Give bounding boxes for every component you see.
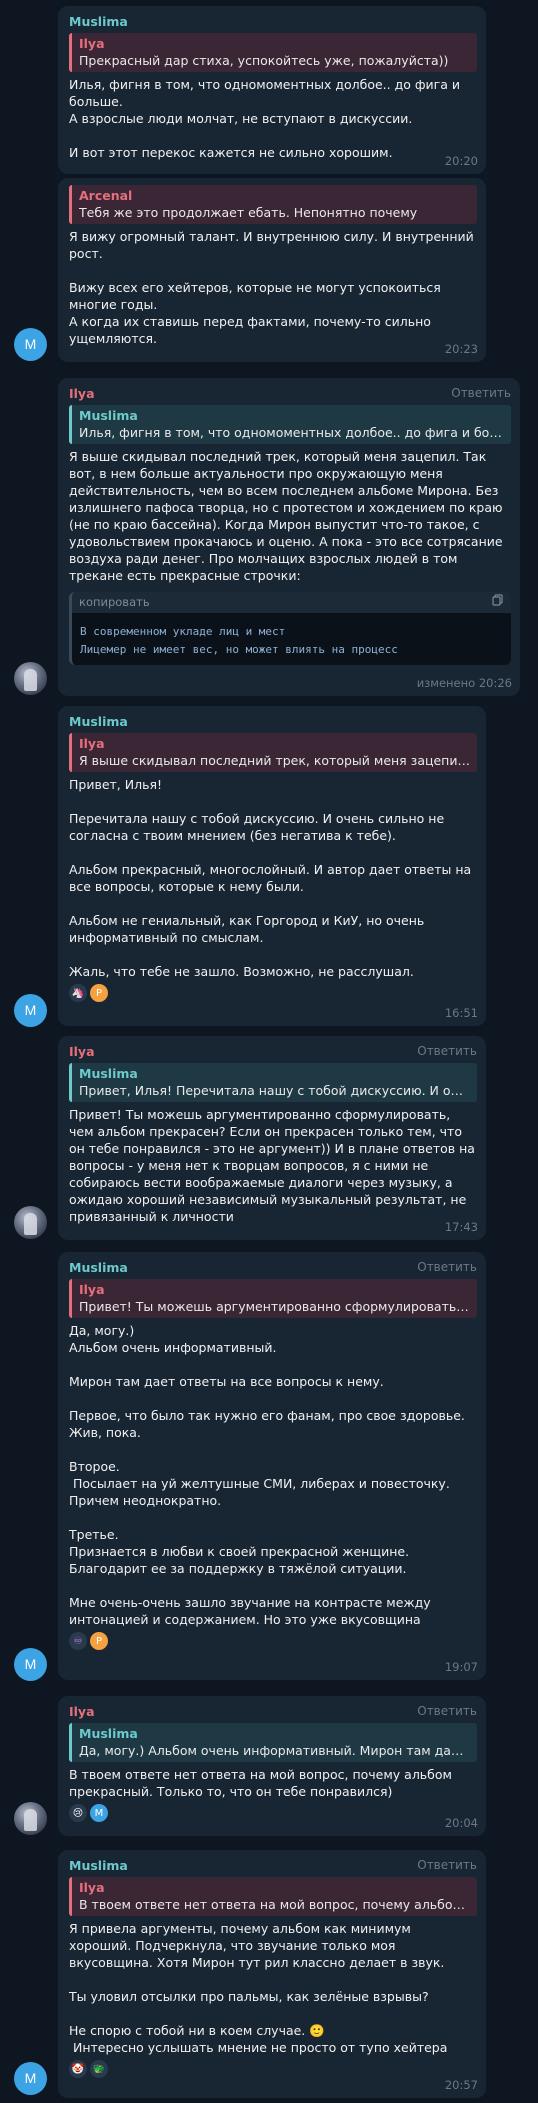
message-text: Привет! Ты можешь аргументированно сформ… xyxy=(69,1107,479,1224)
sender-row: Ilya Ответить xyxy=(69,1703,477,1720)
quote-text: Да, могу.) Альбом очень информативный. М… xyxy=(79,1743,470,1758)
quote-author: Ilya xyxy=(79,736,105,751)
message-time: 19:07 xyxy=(444,1660,478,1674)
code-block: копировать В современном укладе лиц и ме… xyxy=(69,592,511,665)
message-bubble[interactable]: Muslima Ответить Ilya В твоем ответе нет… xyxy=(58,1850,486,2098)
quote-author: Muslima xyxy=(79,1066,138,1081)
quote-text: Тебя же это продолжает ебать. Непонятно … xyxy=(79,205,418,220)
quote-author: Arcenal xyxy=(79,188,133,203)
message-text: Да, могу.) Альбом очень информативный. М… xyxy=(69,1323,465,1627)
quote-text: Илья, фигня в том, что одномоментных дол… xyxy=(79,425,504,440)
sender-row: Muslima xyxy=(69,13,477,30)
sender-row: Muslima Ответить xyxy=(69,1259,477,1276)
reply-quote[interactable]: Arcenal Тебя же это продолжает ебать. Не… xyxy=(69,185,477,224)
code-header: копировать xyxy=(72,592,511,613)
quote-text: Привет, Илья! Перечитала нашу с тобой ди… xyxy=(79,1083,470,1098)
message-time: 17:43 xyxy=(444,1220,478,1234)
copy-button[interactable]: копировать xyxy=(79,594,150,611)
quote-author: Ilya xyxy=(79,1282,105,1297)
avatar-figure xyxy=(24,1213,37,1235)
avatar[interactable]: M xyxy=(14,328,47,361)
code-line: Лицемер не имеет вес, но может влиять на… xyxy=(80,643,398,656)
avatar[interactable]: M xyxy=(14,994,47,1027)
reply-button[interactable]: Ответить xyxy=(417,1857,477,1874)
reply-quote[interactable]: Ilya В твоем ответе нет ответа на мой во… xyxy=(69,1877,477,1916)
quote-text: Привет! Ты можешь аргументированно сформ… xyxy=(79,1299,470,1314)
reply-button[interactable]: Ответить xyxy=(417,1703,477,1720)
reaction-avatar[interactable]: P xyxy=(90,984,108,1002)
sender-name[interactable]: Ilya xyxy=(69,1043,95,1060)
reply-quote[interactable]: Muslima Да, могу.) Альбом очень информат… xyxy=(69,1723,477,1762)
avatar[interactable] xyxy=(14,662,47,695)
message-text: Илья, фигня в том, что одномоментных дол… xyxy=(69,77,460,160)
message-time: 20:57 xyxy=(444,2078,478,2092)
sender-row: Muslima Ответить xyxy=(69,1857,477,1874)
quote-text: В твоем ответе нет ответа на мой вопрос,… xyxy=(79,1897,470,1912)
sender-name[interactable]: Muslima xyxy=(69,713,128,730)
quote-author: Muslima xyxy=(79,1726,138,1741)
reaction-avatar[interactable]: P xyxy=(90,1632,108,1650)
reaction-dragon[interactable]: 🐲 xyxy=(90,2060,108,2078)
message-bubble[interactable]: Ilya Ответить Muslima Да, могу.) Альбом … xyxy=(58,1696,486,1836)
avatar[interactable]: M xyxy=(14,2062,47,2095)
message-text: В твоем ответе нет ответа на мой вопрос,… xyxy=(69,1767,456,1799)
message-bubble[interactable]: Muslima Ilya Я выше скидывал последний т… xyxy=(58,706,486,1026)
message-text: Я вижу огромный талант. И внутреннюю сил… xyxy=(69,229,474,346)
message-bubble[interactable]: Ilya Ответить Muslima Привет, Илья! Пере… xyxy=(58,1036,486,1240)
sender-row: Muslima xyxy=(69,713,477,730)
code-line: В современном укладе лиц и мест xyxy=(80,625,286,638)
sender-name[interactable]: Muslima xyxy=(69,1857,128,1874)
sender-name[interactable]: Ilya xyxy=(69,1703,95,1720)
sender-row: Ilya Ответить xyxy=(69,1043,477,1060)
message-text: Я привела аргументы, почему альбом как м… xyxy=(69,1921,448,2055)
quote-author: Ilya xyxy=(79,1880,105,1895)
avatar-figure xyxy=(24,1809,37,1831)
reactions: 🦄 P xyxy=(69,984,477,1002)
quote-author: Ilya xyxy=(79,36,105,51)
sender-row: Ilya Ответить xyxy=(69,385,511,402)
message-time: 20:04 xyxy=(444,1816,478,1830)
reaction-crying[interactable]: 😢 xyxy=(69,1804,87,1822)
reaction-unicorn[interactable]: 🦄 xyxy=(69,984,87,1002)
quote-text: Я выше скидывал последний трек, который … xyxy=(79,753,470,768)
reply-quote[interactable]: Ilya Привет! Ты можешь аргументированно … xyxy=(69,1279,477,1318)
message-bubble[interactable]: Muslima Ilya Прекрасный дар стиха, успок… xyxy=(58,6,486,174)
reaction-avatar[interactable]: M xyxy=(90,1804,108,1822)
reactions: 🤡 🐲 xyxy=(69,2060,477,2078)
copy-icon[interactable] xyxy=(492,594,504,611)
code-body: В современном укладе лиц и мест Лицемер … xyxy=(72,613,511,665)
message-text: Привет, Илья! Перечитала нашу с тобой ди… xyxy=(69,777,472,979)
avatar-figure xyxy=(24,669,37,691)
avatar[interactable] xyxy=(14,1802,47,1835)
avatar[interactable]: M xyxy=(14,1648,47,1681)
avatar[interactable] xyxy=(14,1206,47,1239)
reply-quote[interactable]: Muslima Илья, фигня в том, что одномомен… xyxy=(69,405,511,444)
message-text: Я выше скидывал последний трек, который … xyxy=(69,449,507,583)
sender-name[interactable]: Ilya xyxy=(69,385,95,402)
reactions: ♾ P xyxy=(69,1632,477,1650)
message-bubble[interactable]: Ilya Ответить Muslima Илья, фигня в том,… xyxy=(58,378,520,696)
message-time: изменено 20:26 xyxy=(416,676,512,690)
reply-quote[interactable]: Ilya Прекрасный дар стиха, успокойтесь у… xyxy=(69,33,477,72)
message-bubble[interactable]: Arcenal Тебя же это продолжает ебать. Не… xyxy=(58,178,486,362)
message-time: 20:23 xyxy=(444,342,478,356)
reactions: 😢 M xyxy=(69,1804,477,1822)
message-time: 16:51 xyxy=(444,1006,478,1020)
reply-button[interactable]: Ответить xyxy=(451,385,511,402)
message-bubble[interactable]: Muslima Ответить Ilya Привет! Ты можешь … xyxy=(58,1252,486,1680)
message-time: 20:20 xyxy=(444,154,478,168)
reply-button[interactable]: Ответить xyxy=(417,1259,477,1276)
reply-quote[interactable]: Ilya Я выше скидывал последний трек, кот… xyxy=(69,733,477,772)
quote-text: Прекрасный дар стиха, успокойтесь уже, п… xyxy=(79,53,449,68)
sender-name[interactable]: Muslima xyxy=(69,13,128,30)
reply-button[interactable]: Ответить xyxy=(417,1043,477,1060)
reply-quote[interactable]: Muslima Привет, Илья! Перечитала нашу с … xyxy=(69,1063,477,1102)
quote-author: Muslima xyxy=(79,408,138,423)
reaction-infinity[interactable]: ♾ xyxy=(69,1632,87,1650)
sender-name[interactable]: Muslima xyxy=(69,1259,128,1276)
reaction-clown[interactable]: 🤡 xyxy=(69,2060,87,2078)
